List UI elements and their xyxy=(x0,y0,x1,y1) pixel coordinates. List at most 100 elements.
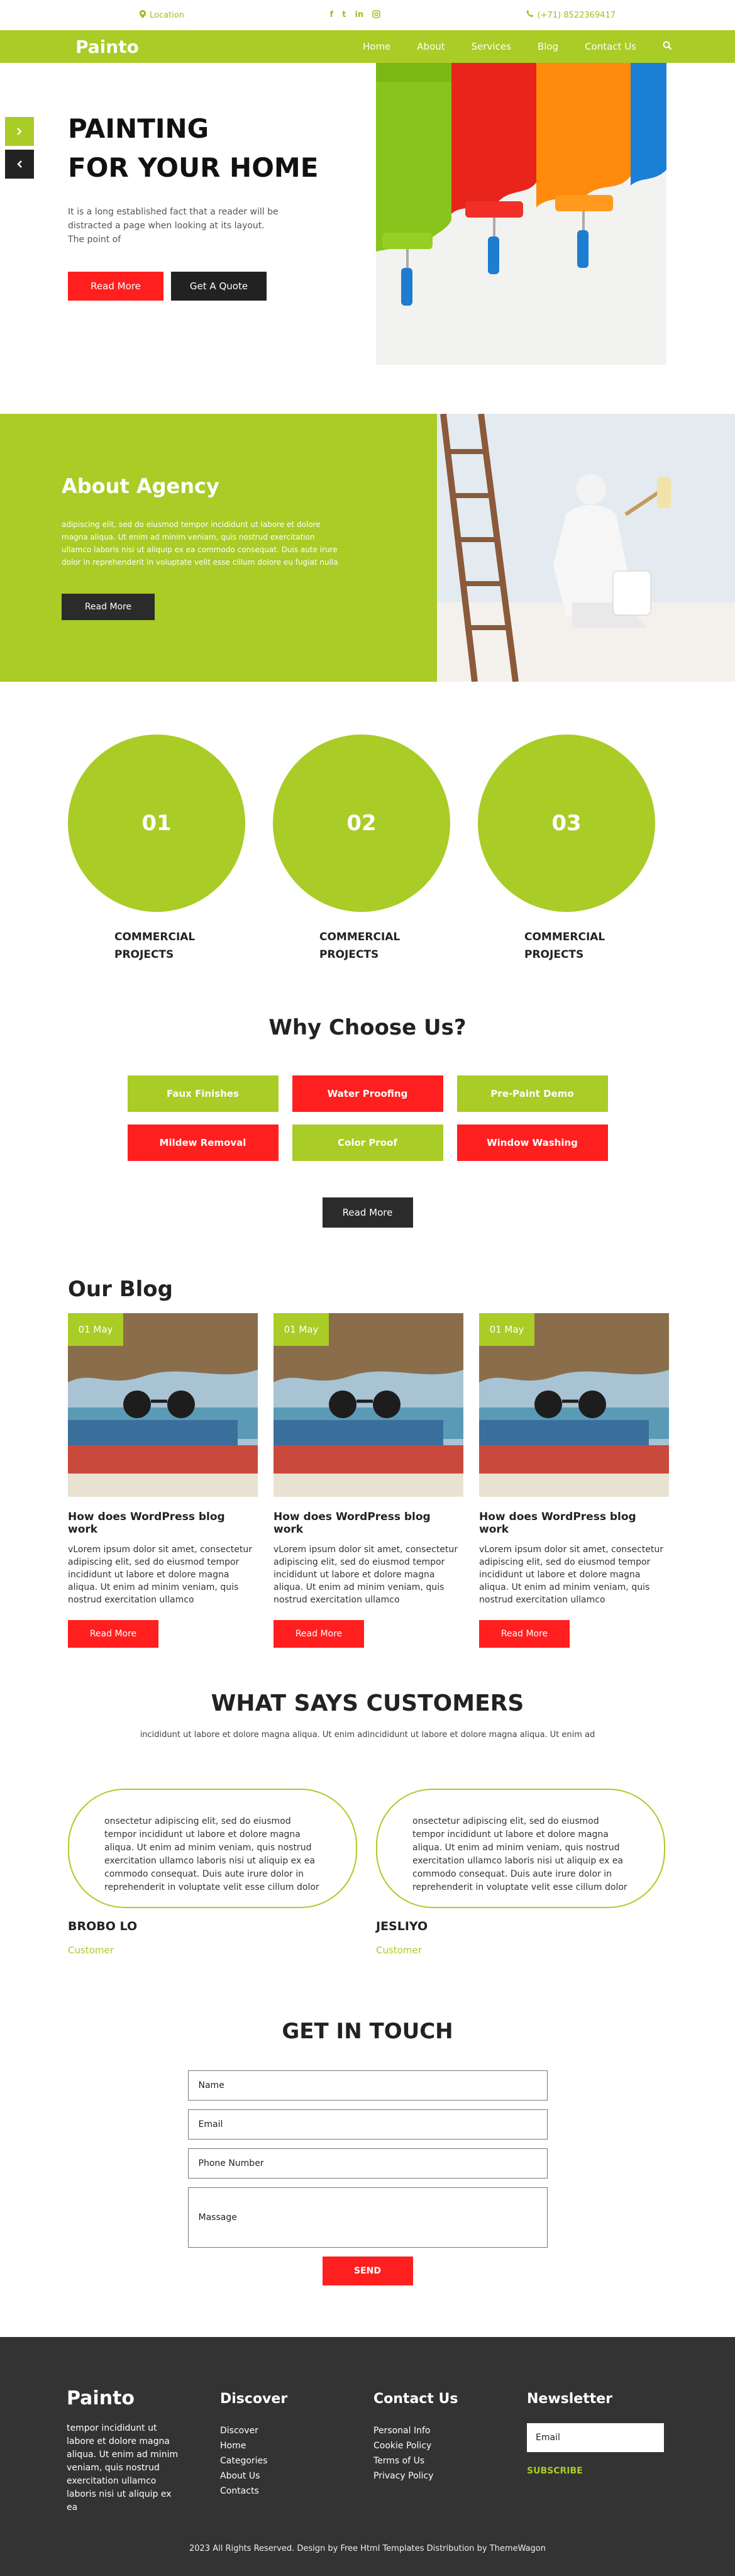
blog-card: 01 May How does WordPress blog work vLor… xyxy=(68,1313,258,1648)
slider-prev-button[interactable] xyxy=(5,150,34,179)
blog-image[interactable]: 01 May xyxy=(274,1313,463,1497)
why-read-more-button[interactable]: Read More xyxy=(322,1197,413,1228)
main-nav: Home About Services Blog Contact Us xyxy=(363,41,672,53)
date-badge: 01 May xyxy=(479,1313,534,1346)
newsletter-email-input[interactable]: Email xyxy=(527,2423,664,2452)
footer-link-personal-info[interactable]: Personal Info xyxy=(373,2423,527,2438)
slider-next-button[interactable] xyxy=(5,117,34,146)
blog-card: 01 May How does WordPress blog work vLor… xyxy=(479,1313,669,1648)
name-field[interactable]: Name xyxy=(187,2070,548,2101)
top-bar: Location f t in (+71) 8522369417 xyxy=(0,0,735,30)
stat-label: COMMERCIAL PROJECTS xyxy=(319,931,401,961)
hero-title-line-2: FOR YOUR HOME xyxy=(68,152,319,183)
footer-brand-column: Painto tempor incididunt ut labore et do… xyxy=(67,2387,220,2514)
blog-post-text: vLorem ipsum dolor sit amet, consectetur… xyxy=(68,1545,253,1605)
phone-icon xyxy=(526,10,534,20)
phone-field[interactable]: Phone Number xyxy=(187,2148,548,2179)
footer-brand[interactable]: Painto xyxy=(67,2387,220,2409)
email-field[interactable]: Email xyxy=(187,2109,548,2140)
send-button[interactable]: SEND xyxy=(322,2257,413,2285)
stat-item: 01 COMMERCIAL PROJECTS xyxy=(68,735,245,963)
subscribe-button[interactable]: SUBSCRIBE xyxy=(527,2466,680,2476)
blog-image[interactable]: 01 May xyxy=(68,1313,258,1497)
date-badge: 01 May xyxy=(274,1313,329,1346)
about-title: About Agency xyxy=(62,474,219,498)
footer-discover-title: Discover xyxy=(220,2391,288,2407)
footer-link-privacy[interactable]: Privacy Policy xyxy=(373,2468,527,2484)
facebook-icon[interactable]: f xyxy=(329,10,333,21)
blog-image[interactable]: 01 May xyxy=(479,1313,669,1497)
about-panel: About Agency adipiscing elit, sed do eiu… xyxy=(0,414,437,682)
testimonial-text: onsectetur adipiscing elit, sed do eiusm… xyxy=(376,1789,665,1908)
about-read-more-button[interactable]: Read More xyxy=(62,594,155,620)
contact-form: Name Email Phone Number Massage SEND xyxy=(187,2070,548,2285)
footer-link-terms[interactable]: Terms of Us xyxy=(373,2453,527,2468)
read-more-button[interactable]: Read More xyxy=(68,272,163,301)
footer-columns: Painto tempor incididunt ut labore et do… xyxy=(67,2387,735,2514)
blog-post-title[interactable]: How does WordPress blog work xyxy=(68,1511,258,1536)
footer: Painto tempor incididunt ut labore et do… xyxy=(0,2337,735,2576)
blog-post-title[interactable]: How does WordPress blog work xyxy=(479,1511,669,1536)
service-faux-finishes[interactable]: Faux Finishes xyxy=(127,1075,279,1112)
blog-post-title[interactable]: How does WordPress blog work xyxy=(274,1511,463,1536)
nav-home[interactable]: Home xyxy=(363,41,390,52)
blog-read-more-button[interactable]: Read More xyxy=(68,1620,158,1648)
stat-item: 03 COMMERCIAL PROJECTS xyxy=(478,735,655,963)
footer-link-discover[interactable]: Discover xyxy=(220,2423,373,2438)
testimonial-card: onsectetur adipiscing elit, sed do eiusm… xyxy=(68,1789,357,1956)
nav-about[interactable]: About xyxy=(417,41,445,52)
footer-link-categories[interactable]: Categories xyxy=(220,2453,373,2468)
hero-title-line-1: PAINTING xyxy=(68,113,209,144)
testimonials-title: WHAT SAYS CUSTOMERS xyxy=(211,1690,524,1716)
blog-read-more-button[interactable]: Read More xyxy=(479,1620,570,1648)
chevron-left-icon xyxy=(17,160,22,168)
get-quote-button[interactable]: Get A Quote xyxy=(171,272,267,301)
brand-logo[interactable]: Painto xyxy=(75,36,139,57)
stat-label: COMMERCIAL PROJECTS xyxy=(114,931,196,961)
location-link[interactable]: Location xyxy=(140,9,184,21)
blog-title: Our Blog xyxy=(68,1277,173,1302)
stat-circle: 03 xyxy=(478,735,655,912)
blog-post-text: vLorem ipsum dolor sit amet, consectetur… xyxy=(479,1545,664,1605)
twitter-icon[interactable]: t xyxy=(342,10,346,21)
copyright-text: 2023 All Rights Reserved. Design by Free… xyxy=(189,2544,546,2553)
footer-discover-column: Discover Discover Home Categories About … xyxy=(220,2391,373,2514)
service-mildew-removal[interactable]: Mildew Removal xyxy=(127,1124,279,1161)
contact-section: GET IN TOUCH Name Email Phone Number Mas… xyxy=(0,2019,735,2285)
phone-text: (+71) 8522369417 xyxy=(537,10,616,20)
service-pre-paint-demo[interactable]: Pre-Paint Demo xyxy=(456,1075,608,1112)
about-section: About Agency adipiscing elit, sed do eiu… xyxy=(0,414,735,682)
main-header: Painto Home About Services Blog Contact … xyxy=(0,30,735,63)
blog-read-more-button[interactable]: Read More xyxy=(274,1620,364,1648)
testimonials-subtitle: incididunt ut labore et dolore magna ali… xyxy=(140,1730,595,1740)
linkedin-icon[interactable]: in xyxy=(355,10,363,21)
blog-post-text: vLorem ipsum dolor sit amet, consectetur… xyxy=(274,1545,458,1605)
nav-contact[interactable]: Contact Us xyxy=(585,41,636,52)
blog-cards: 01 May How does WordPress blog work vLor… xyxy=(68,1313,735,1648)
footer-contact-title: Contact Us xyxy=(373,2391,458,2407)
testimonial-text: onsectetur adipiscing elit, sed do eiusm… xyxy=(68,1789,357,1908)
nav-services[interactable]: Services xyxy=(472,41,511,52)
footer-link-cookie-policy[interactable]: Cookie Policy xyxy=(373,2438,527,2453)
service-window-washing[interactable]: Window Washing xyxy=(456,1124,608,1161)
testimonial-role: Customer xyxy=(376,1945,422,1956)
footer-link-home[interactable]: Home xyxy=(220,2438,373,2453)
testimonial-cards: onsectetur adipiscing elit, sed do eiusm… xyxy=(68,1789,735,1956)
stats-section: 01 COMMERCIAL PROJECTS 02 COMMERCIAL PRO… xyxy=(0,735,735,961)
location-pin-icon xyxy=(140,9,146,21)
stat-circle: 01 xyxy=(68,735,245,912)
message-field[interactable]: Massage xyxy=(187,2187,548,2248)
service-water-proofing[interactable]: Water Proofing xyxy=(292,1075,443,1112)
hero-buttons: Read More Get A Quote xyxy=(68,272,332,301)
testimonial-role: Customer xyxy=(68,1945,114,1956)
search-icon[interactable] xyxy=(663,41,672,53)
footer-link-about[interactable]: About Us xyxy=(220,2468,373,2484)
service-color-proof[interactable]: Color Proof xyxy=(292,1124,443,1161)
hero-title: PAINTING FOR YOUR HOME xyxy=(68,109,332,187)
nav-blog[interactable]: Blog xyxy=(538,41,558,52)
instagram-icon[interactable] xyxy=(372,9,380,21)
contact-title: GET IN TOUCH xyxy=(282,2019,453,2044)
painter-image xyxy=(437,414,735,682)
phone-link[interactable]: (+71) 8522369417 xyxy=(526,10,616,20)
footer-link-contacts[interactable]: Contacts xyxy=(220,2484,373,2499)
